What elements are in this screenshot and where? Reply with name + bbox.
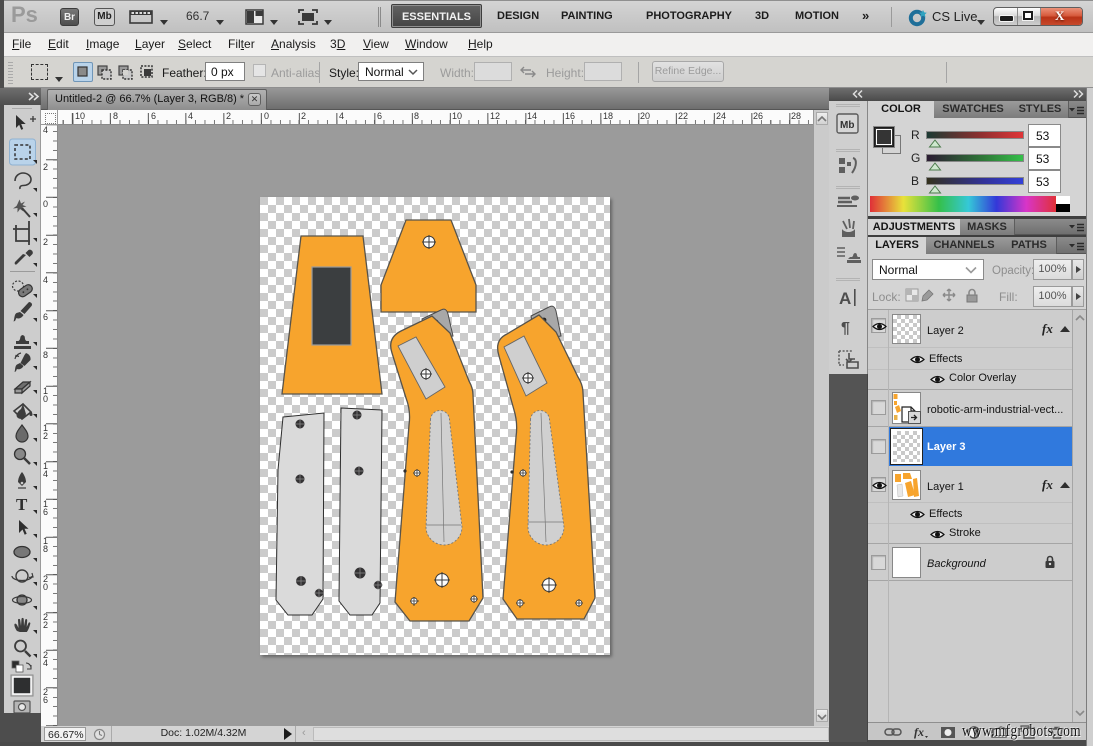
svg-text:Mb: Mb: [840, 120, 854, 131]
svg-text:A: A: [839, 289, 851, 308]
svg-text:¶: ¶: [841, 320, 850, 337]
svg-text:T: T: [16, 495, 28, 514]
svg-text:fx: fx: [914, 725, 924, 739]
